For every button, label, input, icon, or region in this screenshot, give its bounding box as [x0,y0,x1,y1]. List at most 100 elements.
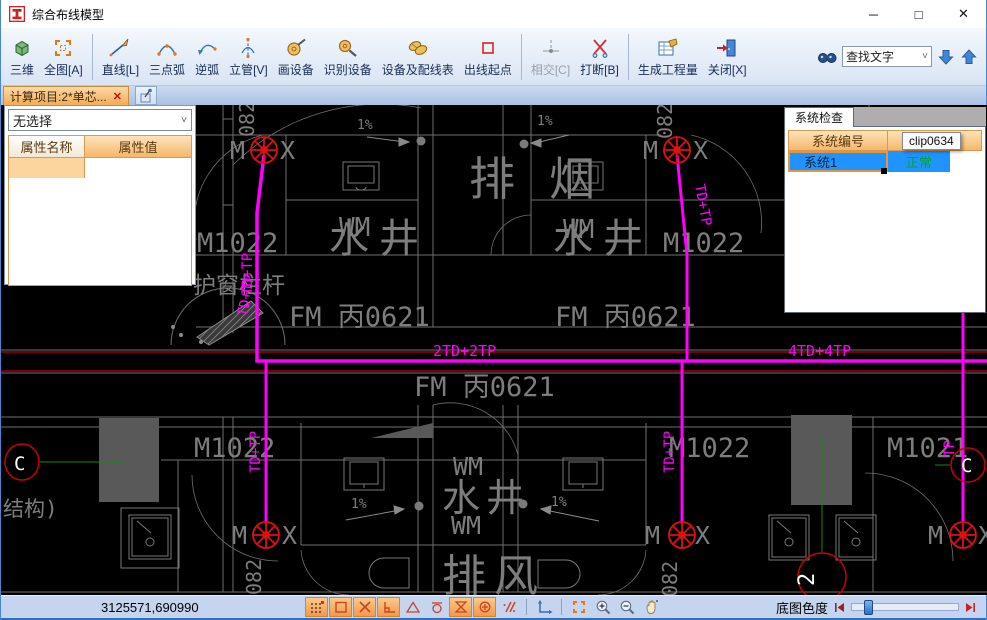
close-button[interactable]: ✕ [941,0,986,28]
three-point-arc-icon [155,36,179,60]
toolbar-btn-line[interactable]: 直线[L] [97,31,144,83]
tabfill [854,107,986,127]
zoom-in-icon [594,598,612,616]
toolbar-btn-close-model[interactable]: 关闭[X] [703,31,752,83]
zoom-in-button[interactable] [591,597,614,617]
outlet-start-icon [476,36,500,60]
zoom-extents-button[interactable] [567,597,590,617]
svg-text:WM: WM [563,215,594,245]
toolbar-btn-draw-device[interactable]: 画设备 [273,31,319,83]
search-input[interactable]: 查找文字 ˅ [842,46,932,67]
pin-tab-button[interactable] [135,86,157,105]
prop-value-header[interactable]: 属性值 [85,136,191,157]
pan-button[interactable] [639,597,662,617]
toolbar-btn-3d[interactable]: 三维 [5,31,39,83]
svg-text:2TD+2TP: 2TD+2TP [433,342,496,360]
app-logo-icon [9,6,25,22]
toolbar-btn-identify-device[interactable]: 识别设备 [319,31,377,83]
quantities-icon [656,36,680,60]
main-toolbar: 三维 全图[A] 直线[L] 三点弧 逆弧 立管[V] 画设备 识别 [1,28,986,86]
selection-handle[interactable] [881,168,887,174]
svg-text:082: 082 [242,559,266,595]
perpendicular-snap-toggle[interactable] [377,597,400,617]
svg-text:排烟: 排烟 [469,152,629,206]
tab-calc-project[interactable]: 计算项目:2*单芯... ✕ [3,86,129,105]
chroma-slider-thumb[interactable] [864,600,873,615]
svg-text:FM 丙0621: FM 丙0621 [414,372,555,403]
statusbar: 3125571,690990 底图色度 [1,595,986,618]
chroma-slider[interactable] [851,603,959,611]
toolbar-btn-outlet-start[interactable]: 出线起点 [459,31,517,83]
system-id-header[interactable]: 系统编号 [788,130,888,151]
parallel-snap-toggle[interactable] [497,597,520,617]
chevron-down-icon[interactable]: ˅ [922,51,928,62]
device-symbol [669,522,695,548]
prop-name-cell[interactable] [9,157,85,178]
tab-system-check[interactable]: 系统检查 [784,107,854,127]
svg-text:1%: 1% [537,114,553,129]
toolbar-separator [92,34,93,80]
cube-3d-icon [10,36,34,60]
break-icon [588,36,612,60]
chroma-max-button[interactable] [965,602,976,613]
intersection-snap-toggle[interactable] [353,597,376,617]
endpoint-snap-toggle[interactable] [329,597,352,617]
triangle-icon [405,600,421,614]
svg-text:排风: 排风 [442,551,546,595]
system-id-cell[interactable]: 系统1 [788,151,888,172]
prop-name-header[interactable]: 属性名称 [9,136,85,157]
svg-text:WM: WM [451,511,481,540]
toolbar-btn-device-wiring-table[interactable]: 设备及配线表 [377,31,459,83]
hourglass-snap-toggle[interactable] [449,597,472,617]
chevron-down-icon[interactable]: ˅ [181,115,187,126]
line-icon [108,36,132,60]
svg-text:M: M [230,136,245,165]
center-snap-toggle[interactable] [473,597,496,617]
minimize-button[interactable]: ─ [851,0,896,28]
toolbar-btn-three-point-arc[interactable]: 三点弧 [144,31,190,83]
snap-toggle-group [305,597,521,617]
statusbar-separator [561,599,562,615]
find-next-button[interactable] [937,48,955,66]
zoom-out-button[interactable] [615,597,638,617]
grid-snap-toggle[interactable] [305,597,328,617]
axes-toggle[interactable] [532,597,555,617]
svg-text:4TD+4TP: 4TD+4TP [788,342,851,360]
cad-canvas[interactable]: 1% 1% 1% 1% M1022 M1022 M1022 M1022 M102… [1,105,987,595]
properties-table: 属性名称 属性值 [8,135,192,286]
toolbar-btn-generate-quantities[interactable]: 生成工程量 [633,31,703,83]
property-row[interactable] [9,157,191,178]
toolbar-btn-break[interactable]: 打断[B] [575,31,624,83]
app-window: 综合布线模型 ─ □ ✕ 三维 全图[A] 直线[L] 三点弧 逆弧 [0,0,987,620]
pin-icon [138,88,154,104]
svg-text:1%: 1% [551,495,567,510]
find-prev-button[interactable] [960,48,978,66]
maximize-button[interactable]: □ [896,0,941,28]
prop-value-cell[interactable] [85,157,191,178]
full-extent-icon [51,36,75,60]
toolbar-separator [521,34,522,80]
svg-text:FM 丙0621: FM 丙0621 [555,302,696,333]
tangent-snap-toggle[interactable] [425,597,448,617]
chroma-min-button[interactable] [834,602,845,613]
binoculars-icon [817,47,837,67]
toolbar-btn-riser[interactable]: 立管[V] [224,31,273,83]
chroma-label: 底图色度 [776,598,828,617]
svg-text:X: X [282,521,297,550]
toolbar-separator [628,34,629,80]
toolbar-btn-reverse-arc[interactable]: 逆弧 [190,31,224,83]
svg-text:TD+TP: TD+TP [248,431,264,473]
zoom-extents-icon [570,598,588,616]
svg-text:082: 082 [658,561,682,595]
selection-dropdown[interactable]: 无选择 ˅ [8,109,192,131]
svg-text:M1022: M1022 [197,228,278,259]
midpoint-snap-toggle[interactable] [401,597,424,617]
tab-close-icon[interactable]: ✕ [113,90,122,103]
svg-text:M: M [645,521,660,550]
toolbar-btn-full-view[interactable]: 全图[A] [39,31,88,83]
svg-text:TD+TP: TD+TP [691,183,714,227]
circle-tangent-icon [429,600,445,614]
properties-panel: 无选择 ˅ 属性名称 属性值 [4,105,196,285]
svg-text:1%: 1% [351,497,367,512]
device-symbol [253,522,279,548]
